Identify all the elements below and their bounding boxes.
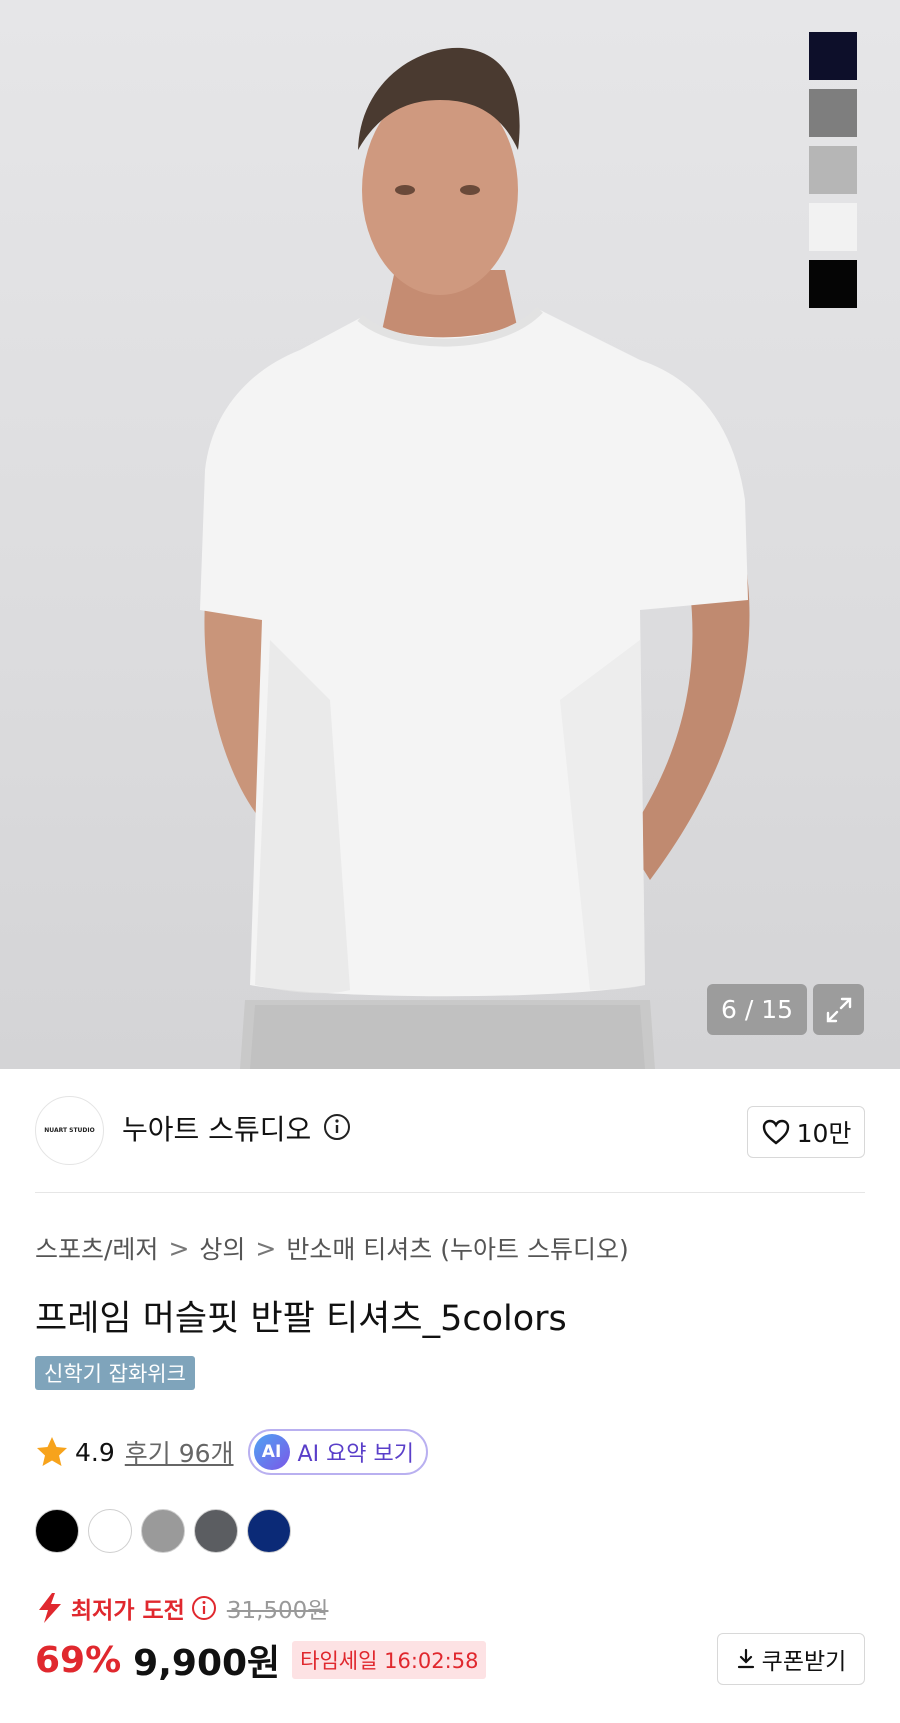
swatch-navy [809,32,857,80]
download-icon [737,1648,754,1669]
discount-rate: 69% [35,1639,122,1681]
lowest-price-row: 최저가 도전 31,500원 [35,1589,328,1627]
product-title: 프레임 머슬핏 반팔 티셔츠_5colors [35,1299,567,1339]
store-row: NUART STUDIO 누아트 스튜디오 10만 [35,1094,865,1166]
lightning-icon [39,1593,61,1623]
image-counter: 6 / 15 [707,984,807,1035]
breadcrumb-item-tops[interactable]: 상의 [199,1230,245,1266]
coupon-button[interactable]: 쿠폰받기 [717,1633,865,1685]
breadcrumb-item-tshirts[interactable]: 반소매 티셔츠 (누아트 스튜디오) [286,1230,628,1266]
color-option-gray[interactable] [141,1509,185,1553]
color-option-charcoal[interactable] [194,1509,238,1553]
ai-icon: AI [253,1434,290,1470]
rating-row: 4.9 후기 96개 AI AI 요약 보기 [35,1428,429,1476]
info-icon[interactable] [191,1595,217,1621]
divider [35,1192,865,1193]
like-button[interactable]: 10만 [747,1106,865,1158]
color-options [35,1509,291,1553]
expand-button[interactable] [813,984,864,1035]
promo-badge: 신학기 잡화위크 [35,1356,195,1390]
like-count: 10만 [796,1119,852,1148]
coupon-label: 쿠폰받기 [761,1649,847,1675]
price-row: 69% 9,900원 타임세일 16:02:58 [35,1632,487,1688]
product-image[interactable]: 6 / 15 [0,0,900,1069]
chevron-right-icon: > [255,1233,277,1263]
color-option-navy[interactable] [247,1509,291,1553]
swatch-white [809,203,857,251]
model-photo [200,47,750,1069]
review-count-link[interactable]: 후기 96개 [125,1434,234,1470]
color-option-white[interactable] [88,1509,132,1553]
rating-score: 4.9 [75,1437,115,1467]
star-icon [37,1437,67,1466]
ai-summary-label: AI 요약 보기 [297,1442,415,1467]
chevron-right-icon: > [168,1233,190,1263]
heart-icon [762,1119,789,1145]
breadcrumb-item-sports[interactable]: 스포츠/레저 [35,1230,158,1266]
expand-icon [826,997,851,1022]
lowest-price-label: 최저가 도전 [71,1598,185,1624]
swatch-black [809,260,857,308]
ai-summary-button[interactable]: AI AI 요약 보기 [247,1429,429,1475]
store-logo[interactable]: NUART STUDIO [35,1096,104,1165]
color-option-black[interactable] [35,1509,79,1553]
color-swatch-strip [809,32,857,308]
swatch-dark-gray [809,89,857,137]
info-icon[interactable] [323,1113,351,1141]
timesale-badge: 타임세일 16:02:58 [292,1641,487,1679]
original-price: 31,500원 [226,1598,329,1624]
breadcrumb: 스포츠/레저 > 상의 > 반소매 티셔츠 (누아트 스튜디오) [35,1230,629,1266]
sale-price: 9,900원 [133,1643,281,1684]
store-name[interactable]: 누아트 스튜디오 [122,1108,311,1148]
swatch-light-gray [809,146,857,194]
